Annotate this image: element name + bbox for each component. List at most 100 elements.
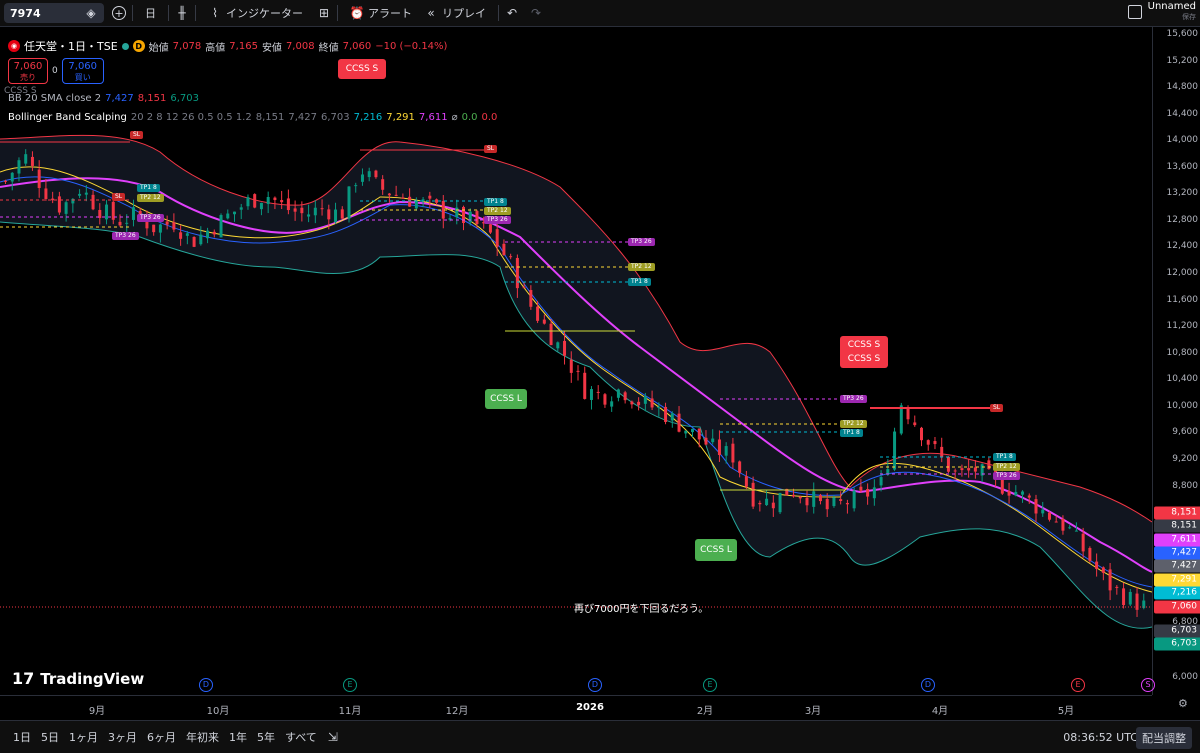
range-button[interactable]: 6ヶ月 [142,729,181,745]
range-button[interactable]: 1年 [224,729,252,745]
earnings-event-icon[interactable]: E [703,678,717,692]
candle-body [17,160,21,174]
candle-body [374,170,378,178]
candle-body [529,290,533,307]
range-button[interactable]: 5日 [36,729,64,745]
alarm-clock-icon: ⏰ [349,6,365,20]
candle-body [933,441,937,445]
range-button[interactable]: 年初来 [181,729,224,745]
time-axis[interactable]: 9月 10月 11月 12月 2026 2月 3月 4月 5月 [0,695,1152,720]
symbol-text: 7974 [10,6,41,20]
nintendo-logo-icon: ◉ [8,40,20,52]
layout-saved-text: 保存 [1182,13,1196,21]
bbs-value-2: 7,427 [288,112,317,123]
range-button[interactable]: 1ヶ月 [64,729,103,745]
symbol-legend[interactable]: ◉ 任天堂・1日・TSE D 始値 7,078 高値 7,165 安値 7,00… [8,38,447,54]
candle-body [259,202,263,210]
bb-name: BB 20 SMA close 2 [8,93,102,104]
layout-name[interactable]: Unnamed 保存 [1148,2,1196,22]
range-button[interactable]: 5年 [252,729,280,745]
goto-date-icon[interactable]: ⇲ [326,730,340,744]
bbs-circle-icon: ⌀ [451,112,458,123]
candle-body [893,431,897,470]
price-tag: 7,216 [1154,586,1200,600]
bbs-value-4: 7,216 [353,112,383,123]
candle-body [771,502,775,509]
earnings-event-icon[interactable]: E [343,678,357,692]
price-tick: 9,600 [1172,427,1198,437]
candle-body [226,213,230,219]
time-tick: 12月 [445,706,469,717]
interval-button[interactable]: 日 [139,3,162,23]
sell-label: 売り [20,73,36,82]
candle-body [219,215,223,238]
candle-body [677,413,681,432]
range-button[interactable]: すべて [280,729,322,745]
price-chart[interactable] [0,27,1152,695]
add-symbol-icon[interactable]: + [112,6,126,20]
templates-grid-icon[interactable]: ⊞ [317,6,331,20]
alert-button[interactable]: ⏰ アラート [344,3,418,23]
bbs-indicator-legend[interactable]: Bollinger Band Scalping 20 2 8 12 26 0.5… [8,112,497,123]
price-axis[interactable]: 15,600 15,200 14,800 14,400 14,000 13,600 13,2… [1152,27,1200,695]
price-tick: 15,200 [1166,56,1199,66]
candle-body [913,422,917,426]
candle-body [967,468,971,471]
candle-body [179,232,183,239]
candle-body [84,192,88,195]
sell-button[interactable]: 7,060 売り [8,58,48,84]
indicators-button[interactable]: ⌇ インジケーター [202,3,309,23]
candle-body [758,502,762,505]
earnings-event-icon[interactable]: E [1071,678,1085,692]
candle-body [239,207,243,210]
candle-body [320,208,324,210]
buy-button[interactable]: 7,060 買い [61,58,104,84]
candle-body [845,502,849,505]
candle-body [805,497,809,506]
candle-body [1115,586,1119,588]
price-tick: 9,200 [1172,454,1198,464]
ccss-sell-signal[interactable]: CCSS S [338,59,386,79]
high-value: 7,165 [229,40,258,52]
settings-gear-icon[interactable]: ⚙ [1178,697,1192,711]
candle-body [57,196,61,213]
candle-body [899,405,903,434]
candle-body [212,231,216,235]
price-tag: 8,151 [1154,519,1200,533]
candle-type-icon[interactable]: ╫ [175,6,189,20]
time-tick: 10月 [206,706,230,717]
sl-tag-4: SL [112,193,126,201]
tp1-tag-4: TP1 8 [993,453,1016,461]
price-tick: 15,600 [1166,29,1199,39]
candle-body [401,197,405,199]
redo-icon[interactable]: ↷ [529,6,543,20]
replay-button[interactable]: « リプレイ [418,3,492,23]
clock[interactable]: 08:36:52 UTC [1063,731,1138,744]
bb-indicator-legend[interactable]: BB 20 SMA close 2 7,427 8,151 6,703 [8,93,199,104]
chart-pane[interactable] [0,27,1200,720]
candle-body [765,498,769,506]
range-button[interactable]: 1日 [8,729,36,745]
dividend-adjust-button[interactable]: 配当調整 [1136,727,1192,749]
ccss-buy-signal[interactable]: CCSS L [485,389,527,409]
earnings-event-icon[interactable]: D [588,678,602,692]
tradingview-logo: 17 TradingView [12,669,144,688]
candle-body [670,413,674,421]
ccss-sell-signal-2[interactable]: CCSS S CCSS S [840,336,888,368]
ccss-buy-signal-2[interactable]: CCSS L [695,539,737,561]
candle-body [131,207,135,220]
candle-body [462,206,465,223]
earnings-event-icon[interactable]: D [921,678,935,692]
price-tick: 12,000 [1166,268,1199,278]
chart-annotation[interactable]: 再び7000円を下回るだろう。 [574,600,708,615]
layout-toggle-icon[interactable] [1128,5,1142,19]
range-button[interactable]: 3ヶ月 [103,729,142,745]
tp2-tag-4: TP2 12 [993,463,1020,471]
price-tag: 7,427 [1154,546,1200,560]
symbol-search[interactable]: 7974 ◈ [4,3,104,23]
candle-body [91,194,95,210]
undo-icon[interactable]: ↶ [505,6,519,20]
bbs-value-3: 6,703 [321,112,350,123]
earnings-event-icon[interactable]: S [1141,678,1155,692]
earnings-event-icon[interactable]: D [199,678,213,692]
